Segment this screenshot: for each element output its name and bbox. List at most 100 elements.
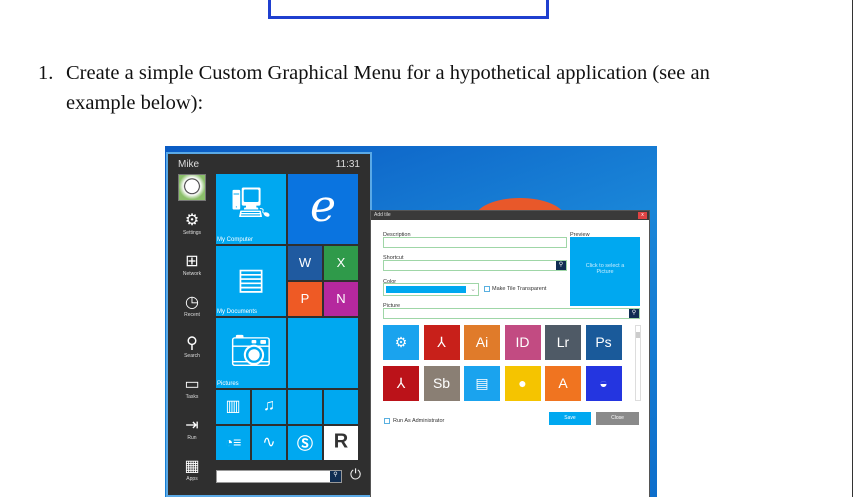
icon-option[interactable]: Sb (423, 366, 460, 401)
tile-excel[interactable]: X (324, 246, 358, 280)
network-icon: ⊞ (185, 253, 199, 270)
user-name: Mike (178, 159, 200, 170)
avatar[interactable] (178, 174, 206, 201)
add-tile-dialog: Add tile x Description Shortcut ⚲ Color … (370, 210, 650, 497)
tile-powerpoint[interactable]: P (288, 282, 322, 316)
icon-option[interactable]: Ai (464, 325, 500, 360)
tile-r-app[interactable]: R (324, 426, 358, 460)
icon-option[interactable]: Lr (545, 325, 581, 360)
sidebar-label: Network (182, 271, 202, 277)
film-icon: ▥ (225, 398, 241, 415)
run-icon: ⇥ (185, 417, 199, 434)
browse-icon[interactable]: ⚲ (556, 261, 566, 270)
search-input[interactable]: ⚲ (216, 470, 342, 483)
run-admin-checkbox[interactable] (384, 418, 390, 424)
page-border (852, 0, 853, 497)
tile-word[interactable]: W (288, 246, 322, 280)
preview-box[interactable]: Click to select a Picture (570, 237, 640, 306)
clock: 11:31 (335, 159, 360, 170)
icon-picker: ⚙ ⅄ Ai ID Lr Ps ⅄ Sb ▤ ● A ◒ (383, 325, 629, 401)
description-input[interactable] (383, 237, 567, 248)
tile-label: My Documents (217, 309, 258, 315)
icon-option[interactable]: ● (504, 366, 541, 401)
icon-option[interactable]: ID (504, 325, 541, 360)
tile-empty[interactable] (288, 318, 358, 388)
camera-icon: 📷︎ (229, 332, 273, 370)
sidebar-item-run[interactable]: ⇥ Run (172, 417, 212, 441)
transparent-checkbox[interactable] (484, 286, 490, 292)
power-icon[interactable]: ⏻ (350, 466, 361, 483)
search-icon: ⚲ (186, 335, 198, 352)
tile-list[interactable]: ◔≡ (216, 426, 250, 460)
gear-icon: ⚙ (184, 212, 200, 229)
skype-icon: Ⓢ (296, 435, 313, 453)
ie-icon: e (309, 180, 337, 232)
sidebar-label: Recent (184, 312, 200, 318)
tasks-icon: ▭ (184, 376, 200, 393)
instruction-line-1: Create a simple Custom Graphical Menu fo… (66, 62, 710, 84)
search-icon[interactable]: ⚲ (330, 471, 341, 482)
tile-skype[interactable]: Ⓢ (288, 426, 322, 460)
save-button[interactable]: Save (549, 412, 591, 425)
tile-pictures[interactable]: 📷︎ Pictures (216, 318, 286, 388)
scrollbar[interactable] (635, 325, 641, 401)
list-number: 1. (38, 62, 54, 84)
icon-option[interactable]: ⚙ (383, 325, 419, 360)
browse-icon[interactable]: ⚲ (629, 309, 639, 318)
icon-option[interactable]: ⅄ (383, 366, 419, 401)
icon-option[interactable]: ⅄ (423, 325, 460, 360)
tile-onenote[interactable]: N (324, 282, 358, 316)
close-icon[interactable]: x (638, 212, 647, 219)
tile-empty[interactable] (324, 390, 358, 424)
sidebar-item-recent[interactable]: ◷ Recent (172, 294, 212, 318)
dialog-title: Add tile (371, 211, 649, 220)
icon-option[interactable]: A (545, 366, 581, 401)
sidebar-label: Settings (182, 230, 202, 236)
onenote-icon: N (336, 290, 346, 306)
tile-label: Pictures (217, 381, 239, 387)
excel-icon: X (336, 254, 346, 270)
sidebar-label: Run (187, 435, 197, 441)
shortcut-input[interactable]: ⚲ (383, 260, 567, 271)
tile-label: My Computer (217, 237, 254, 243)
example-screenshot: Mike 11:31 ⚙ Settings ⊞ Network ◷ Recent ⚲ S… (165, 146, 657, 497)
run-admin-label: Run As Administrator (393, 418, 445, 424)
sidebar-item-apps[interactable]: ▦ Apps (172, 458, 212, 482)
icon-option[interactable]: ◒ (585, 366, 622, 401)
color-swatch (386, 286, 466, 293)
tile-music[interactable]: ♫ (252, 390, 286, 424)
documents-icon: ▤ (236, 262, 266, 296)
tile-my-documents[interactable]: ▤ My Documents (216, 246, 286, 316)
scrollbar-thumb[interactable] (636, 332, 640, 338)
instruction-line-2: example below): (66, 92, 204, 114)
start-menu: Mike 11:31 ⚙ Settings ⊞ Network ◷ Recent ⚲ S… (166, 152, 372, 497)
image-frame-top (268, 0, 549, 19)
sidebar-item-tasks[interactable]: ▭ Tasks (172, 376, 212, 400)
sidebar-item-search[interactable]: ⚲ Search (172, 335, 212, 359)
transparent-label: Make Tile Transparent (492, 286, 547, 292)
sidebar-item-settings[interactable]: ⚙ Settings (172, 212, 212, 236)
color-select[interactable]: ⌄ (383, 283, 479, 296)
tile-internet-explorer[interactable]: e (288, 174, 358, 244)
recent-icon: ◷ (185, 294, 199, 311)
icon-option[interactable]: ▤ (464, 366, 500, 401)
picture-input[interactable]: ⚲ (383, 308, 640, 319)
sidebar-item-network[interactable]: ⊞ Network (172, 253, 212, 277)
apps-icon: ▦ (184, 458, 200, 475)
pulse-icon: ∿ (262, 434, 276, 451)
r-app-icon: R (333, 430, 349, 453)
close-button[interactable]: Close (596, 412, 639, 425)
tile-video[interactable]: ▥ (216, 390, 250, 424)
powerpoint-icon: P (300, 290, 310, 306)
sidebar-label: Apps (186, 476, 198, 482)
sidebar-label: Tasks (185, 394, 199, 400)
word-icon: W (298, 254, 312, 270)
sidebar-label: Search (184, 353, 200, 359)
music-icon: ♫ (263, 397, 275, 415)
tile-my-computer[interactable]: 🖳 My Computer (216, 174, 286, 244)
tile-empty[interactable] (288, 390, 322, 424)
icon-option[interactable]: Ps (585, 325, 622, 360)
computer-icon: 🖳 (230, 186, 272, 220)
chevron-down-icon: ⌄ (470, 286, 476, 293)
tile-activity[interactable]: ∿ (252, 426, 286, 460)
